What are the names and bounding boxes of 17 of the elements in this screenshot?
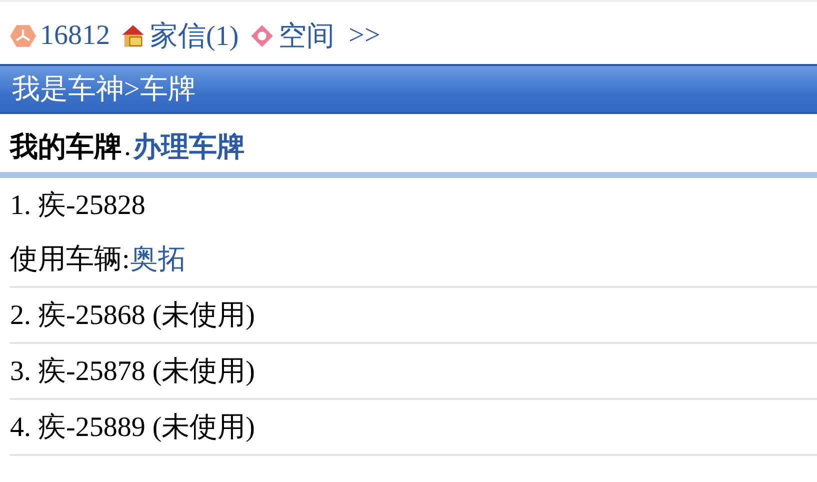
plate-entry: 1. 疾-25828 (10, 189, 146, 223)
vehicle-link[interactable]: 奥拓 (130, 240, 186, 278)
plate-entry: 4. 疾-25889 (未使用) (10, 411, 255, 445)
plate-entry: 2. 疾-25868 (未使用) (10, 299, 255, 333)
diamond-icon (248, 23, 275, 49)
house-mail-icon (120, 23, 146, 49)
plate-entry: 3. 疾-25878 (未使用) (10, 355, 255, 389)
space-link[interactable]: 空间 (278, 17, 335, 55)
more-link[interactable]: >> (348, 20, 380, 52)
score-link[interactable]: 16812 (40, 20, 110, 52)
page-title: 我是车神>车牌 (12, 73, 196, 107)
separator-dot: . (124, 131, 131, 163)
vehicle-label: 使用车辆: (10, 243, 130, 277)
section-title: 我的车牌 (10, 129, 122, 165)
mail-link[interactable]: 家信(1) (150, 17, 239, 55)
apply-plate-link[interactable]: 办理车牌 (133, 128, 245, 166)
hexagon-icon (10, 23, 36, 49)
